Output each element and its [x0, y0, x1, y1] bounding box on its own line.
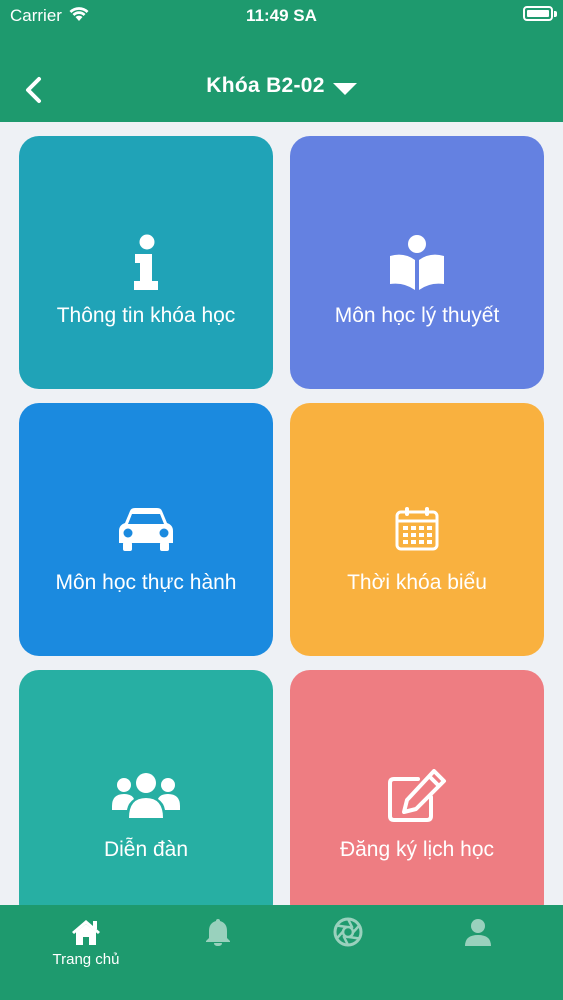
users-icon [19, 766, 273, 826]
caret-down-icon [332, 83, 357, 95]
tab-home[interactable]: Trang chủ [16, 905, 156, 1000]
tile-label: Thời khóa biểu [347, 571, 487, 594]
home-icon [72, 920, 100, 945]
tile-forum[interactable]: Diễn đàn [19, 670, 273, 905]
tab-bar: Trang chủ [0, 905, 563, 1000]
tile-label: Thông tin khóa học [56, 304, 236, 327]
user-icon [465, 919, 491, 946]
tab-profile[interactable] [408, 905, 548, 1000]
info-icon [19, 232, 273, 292]
tile-timetable[interactable]: Thời khóa biểu [290, 403, 544, 656]
tile-practice-subjects[interactable]: Môn học thực hành [19, 403, 273, 656]
bell-icon [206, 919, 230, 946]
tile-register-schedule[interactable]: Đăng ký lịch học [290, 670, 544, 905]
edit-icon [290, 766, 544, 826]
tile-label: Diễn đàn [103, 838, 189, 861]
status-bar: Carrier 11:49 SA [0, 0, 563, 30]
tile-course-info[interactable]: Thông tin khóa học [19, 136, 273, 389]
tile-label: Đăng ký lịch học [339, 838, 495, 861]
header: Carrier 11:49 SA Khóa B2-02 [0, 0, 563, 122]
tile-theory-subjects[interactable]: Môn học lý thuyết [290, 136, 544, 389]
tile-label: Môn học thực hành [55, 571, 237, 594]
book-icon [290, 232, 544, 292]
status-time: 11:49 SA [246, 6, 317, 25]
tab-notifications[interactable] [148, 905, 288, 1000]
page-title: Khóa B2-02 [206, 74, 325, 97]
battery-icon [523, 6, 553, 21]
menu-grid: Thông tin khóa học Môn học lý thuyết Môn… [0, 122, 563, 905]
tab-aperture[interactable] [278, 905, 418, 1000]
battery-nub [554, 11, 557, 17]
tab-label: Trang chủ [52, 951, 120, 968]
aperture-icon [333, 917, 363, 947]
car-icon [19, 499, 273, 559]
tile-label: Môn học lý thuyết [334, 304, 500, 327]
nav-bar: Khóa B2-02 [0, 60, 563, 120]
course-selector[interactable]: Khóa B2-02 [0, 74, 563, 98]
calendar-icon [290, 499, 544, 559]
